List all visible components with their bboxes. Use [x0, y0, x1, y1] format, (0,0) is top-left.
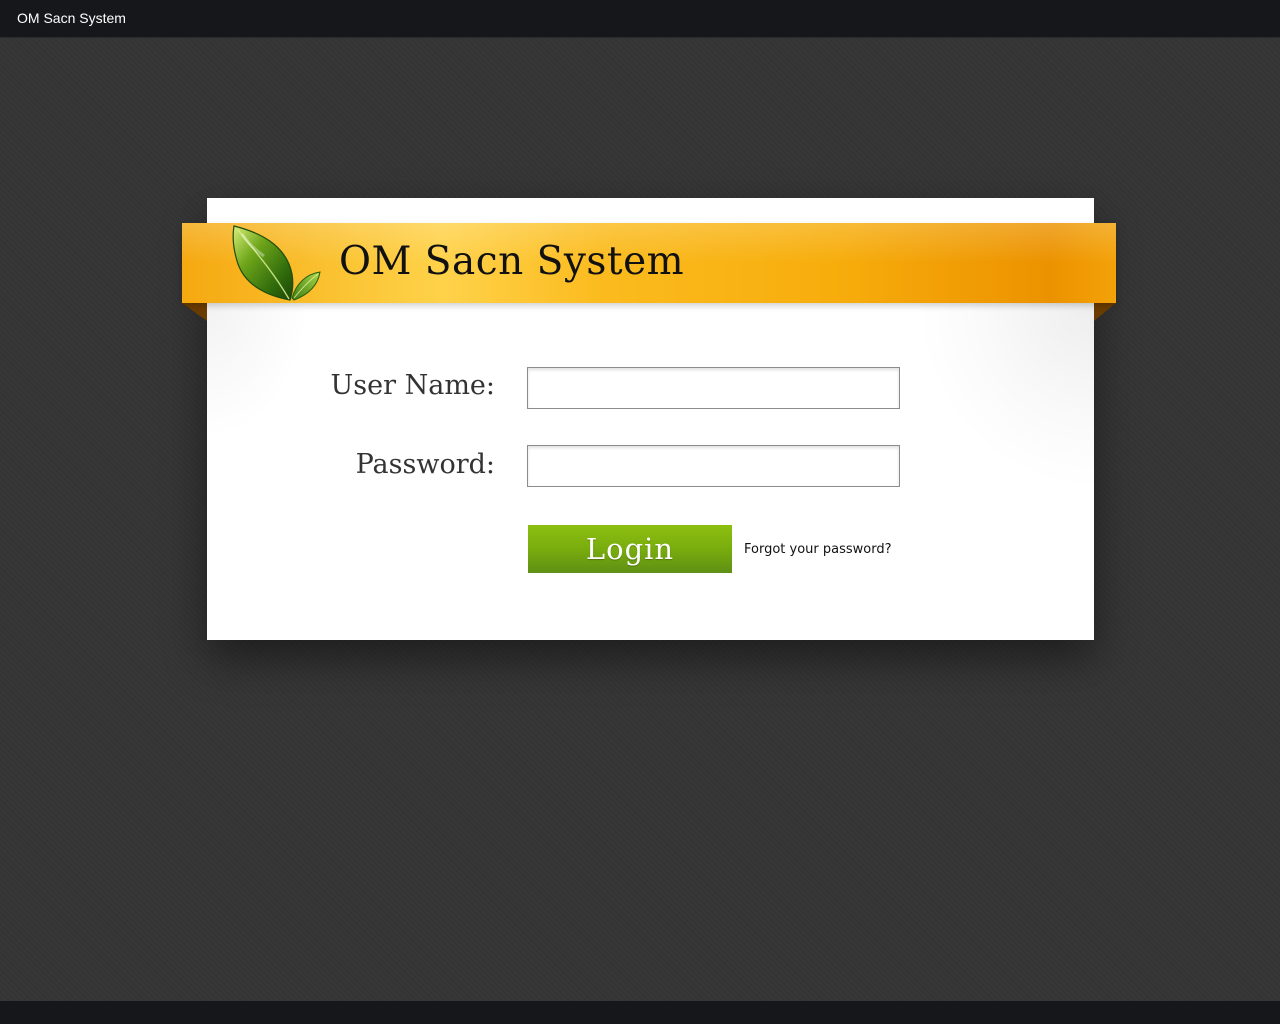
login-button[interactable]: Login	[528, 525, 732, 573]
username-field[interactable]	[527, 367, 900, 409]
ribbon-fold-right	[1094, 303, 1116, 321]
page-title: OM Sacn System	[339, 239, 685, 284]
password-label: Password:	[355, 449, 495, 480]
window-title: OM Sacn System	[17, 10, 126, 26]
card-curl-shadow	[914, 302, 1094, 492]
leaf-icon	[232, 225, 321, 301]
username-label: User Name:	[330, 370, 495, 401]
bottom-bar	[0, 1001, 1280, 1024]
login-page: OM Sacn System OM Sacn System User Name:…	[0, 0, 1280, 1024]
password-field[interactable]	[527, 445, 900, 487]
forgot-password-link[interactable]: Forgot your password?	[744, 542, 892, 557]
title-bar: OM Sacn System	[0, 0, 1280, 38]
ribbon-fold-left	[182, 303, 207, 321]
